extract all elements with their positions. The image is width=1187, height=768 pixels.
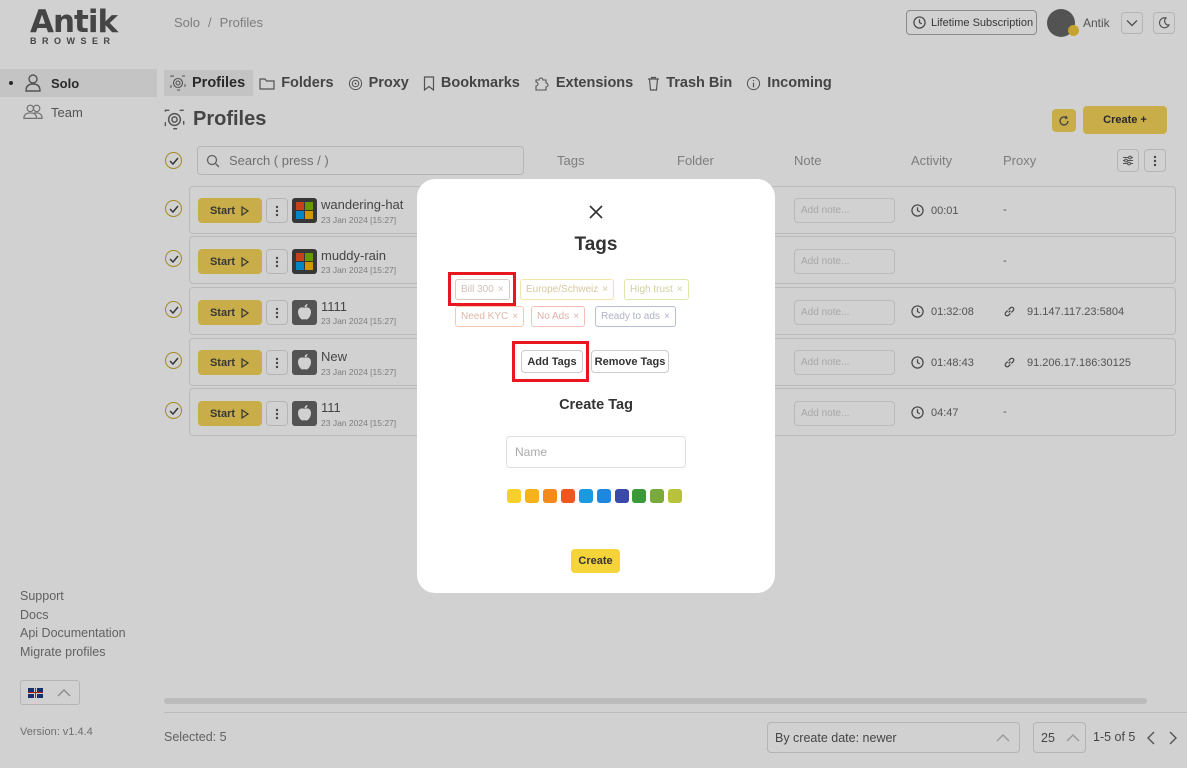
color-swatch-light-blue[interactable] — [579, 489, 593, 503]
remove-tag-icon[interactable]: × — [664, 311, 670, 322]
tags-modal: Tags Bill 300 × Europe/Schweiz × High trus… — [417, 179, 775, 593]
remove-tag-icon[interactable]: × — [573, 311, 579, 322]
close-icon[interactable] — [587, 203, 605, 221]
modal-title: Tags — [574, 234, 618, 255]
tag-chip[interactable]: Europe/Schweiz × — [520, 279, 615, 300]
color-swatch-red-orange[interactable] — [561, 489, 575, 503]
color-swatch-green[interactable] — [632, 489, 646, 503]
tag-chip[interactable]: Need KYC × — [455, 306, 525, 327]
create-tag-button[interactable]: Create — [571, 549, 620, 573]
color-swatch-amber[interactable] — [525, 489, 539, 503]
tag-chip[interactable]: High trust × — [624, 279, 689, 300]
tag-chip[interactable]: Ready to ads × — [595, 306, 676, 327]
create-tag-title: Create Tag — [559, 397, 633, 413]
tag-label: High trust — [630, 284, 673, 295]
color-swatch-indigo[interactable] — [615, 489, 629, 503]
remove-tags-button[interactable]: Remove Tags — [591, 350, 669, 373]
color-swatch-yellow[interactable] — [507, 489, 521, 503]
color-swatch-blue[interactable] — [597, 489, 611, 503]
tag-label: Need KYC — [461, 311, 509, 322]
highlight-box — [448, 272, 516, 306]
tag-label: No Ads — [537, 311, 570, 322]
tag-chip[interactable]: No Ads × — [531, 306, 586, 327]
tag-label: Ready to ads — [601, 311, 660, 322]
remove-tag-icon[interactable]: × — [512, 311, 518, 322]
color-swatch-orange[interactable] — [543, 489, 557, 503]
tag-name-input[interactable] — [506, 436, 686, 468]
tag-label: Europe/Schweiz — [526, 284, 599, 295]
color-swatch-lime[interactable] — [668, 489, 682, 503]
color-swatch-olive[interactable] — [650, 489, 664, 503]
highlight-box — [512, 341, 589, 382]
remove-tag-icon[interactable]: × — [677, 284, 683, 295]
remove-tag-icon[interactable]: × — [602, 284, 608, 295]
